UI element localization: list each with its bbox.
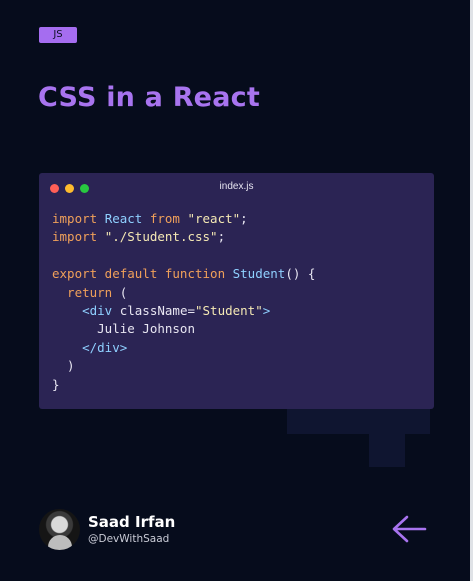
code-token: ;	[217, 229, 226, 245]
author-handle: @DevWithSaad	[88, 533, 170, 545]
editor-titlebar: index.js	[39, 173, 434, 203]
code-token: Julie Johnson	[52, 321, 195, 337]
code-token: import	[52, 229, 105, 245]
code-token: (	[119, 284, 128, 300]
code-editor-window: index.js import React from "react"; impor…	[39, 173, 434, 409]
code-token: }	[52, 376, 60, 392]
decorative-block	[369, 434, 405, 467]
code-token: <div	[52, 302, 120, 318]
code-line: <div className="Student">	[52, 302, 315, 320]
page-title: CSS in a React	[38, 82, 260, 113]
author-name: Saad Irfan	[88, 513, 176, 531]
avatar	[39, 509, 80, 550]
code-token: return	[52, 284, 120, 300]
code-line: export default function Student() {	[52, 265, 315, 283]
code-token: () {	[285, 266, 316, 282]
code-line: )	[52, 357, 315, 375]
code-token: Student	[232, 266, 286, 282]
code-token: )	[52, 358, 75, 374]
code-token: from	[149, 211, 188, 226]
code-line: Julie Johnson	[52, 320, 315, 338]
code-line: </div>	[52, 339, 315, 357]
avatar-figure	[48, 535, 72, 550]
code-block: import React from "react"; import "./Stud…	[52, 210, 315, 394]
language-badge: JS	[39, 27, 77, 43]
code-token: className=	[119, 302, 195, 318]
code-token: export default function	[52, 266, 233, 282]
code-line: import "./Student.css";	[52, 228, 315, 246]
code-line: }	[52, 376, 315, 394]
code-token: "react"	[187, 211, 241, 226]
code-token: "Student"	[195, 302, 263, 318]
code-line: import React from "react";	[52, 210, 315, 228]
code-token: "./Student.css"	[104, 229, 218, 245]
code-line: return (	[52, 284, 315, 302]
code-token: </div>	[52, 339, 128, 355]
code-token: ;	[240, 211, 248, 226]
code-token: import	[52, 211, 105, 226]
arrow-left-icon[interactable]	[391, 514, 427, 544]
code-token: React	[104, 211, 150, 226]
editor-filename: index.js	[219, 181, 254, 192]
code-token: >	[262, 302, 271, 318]
